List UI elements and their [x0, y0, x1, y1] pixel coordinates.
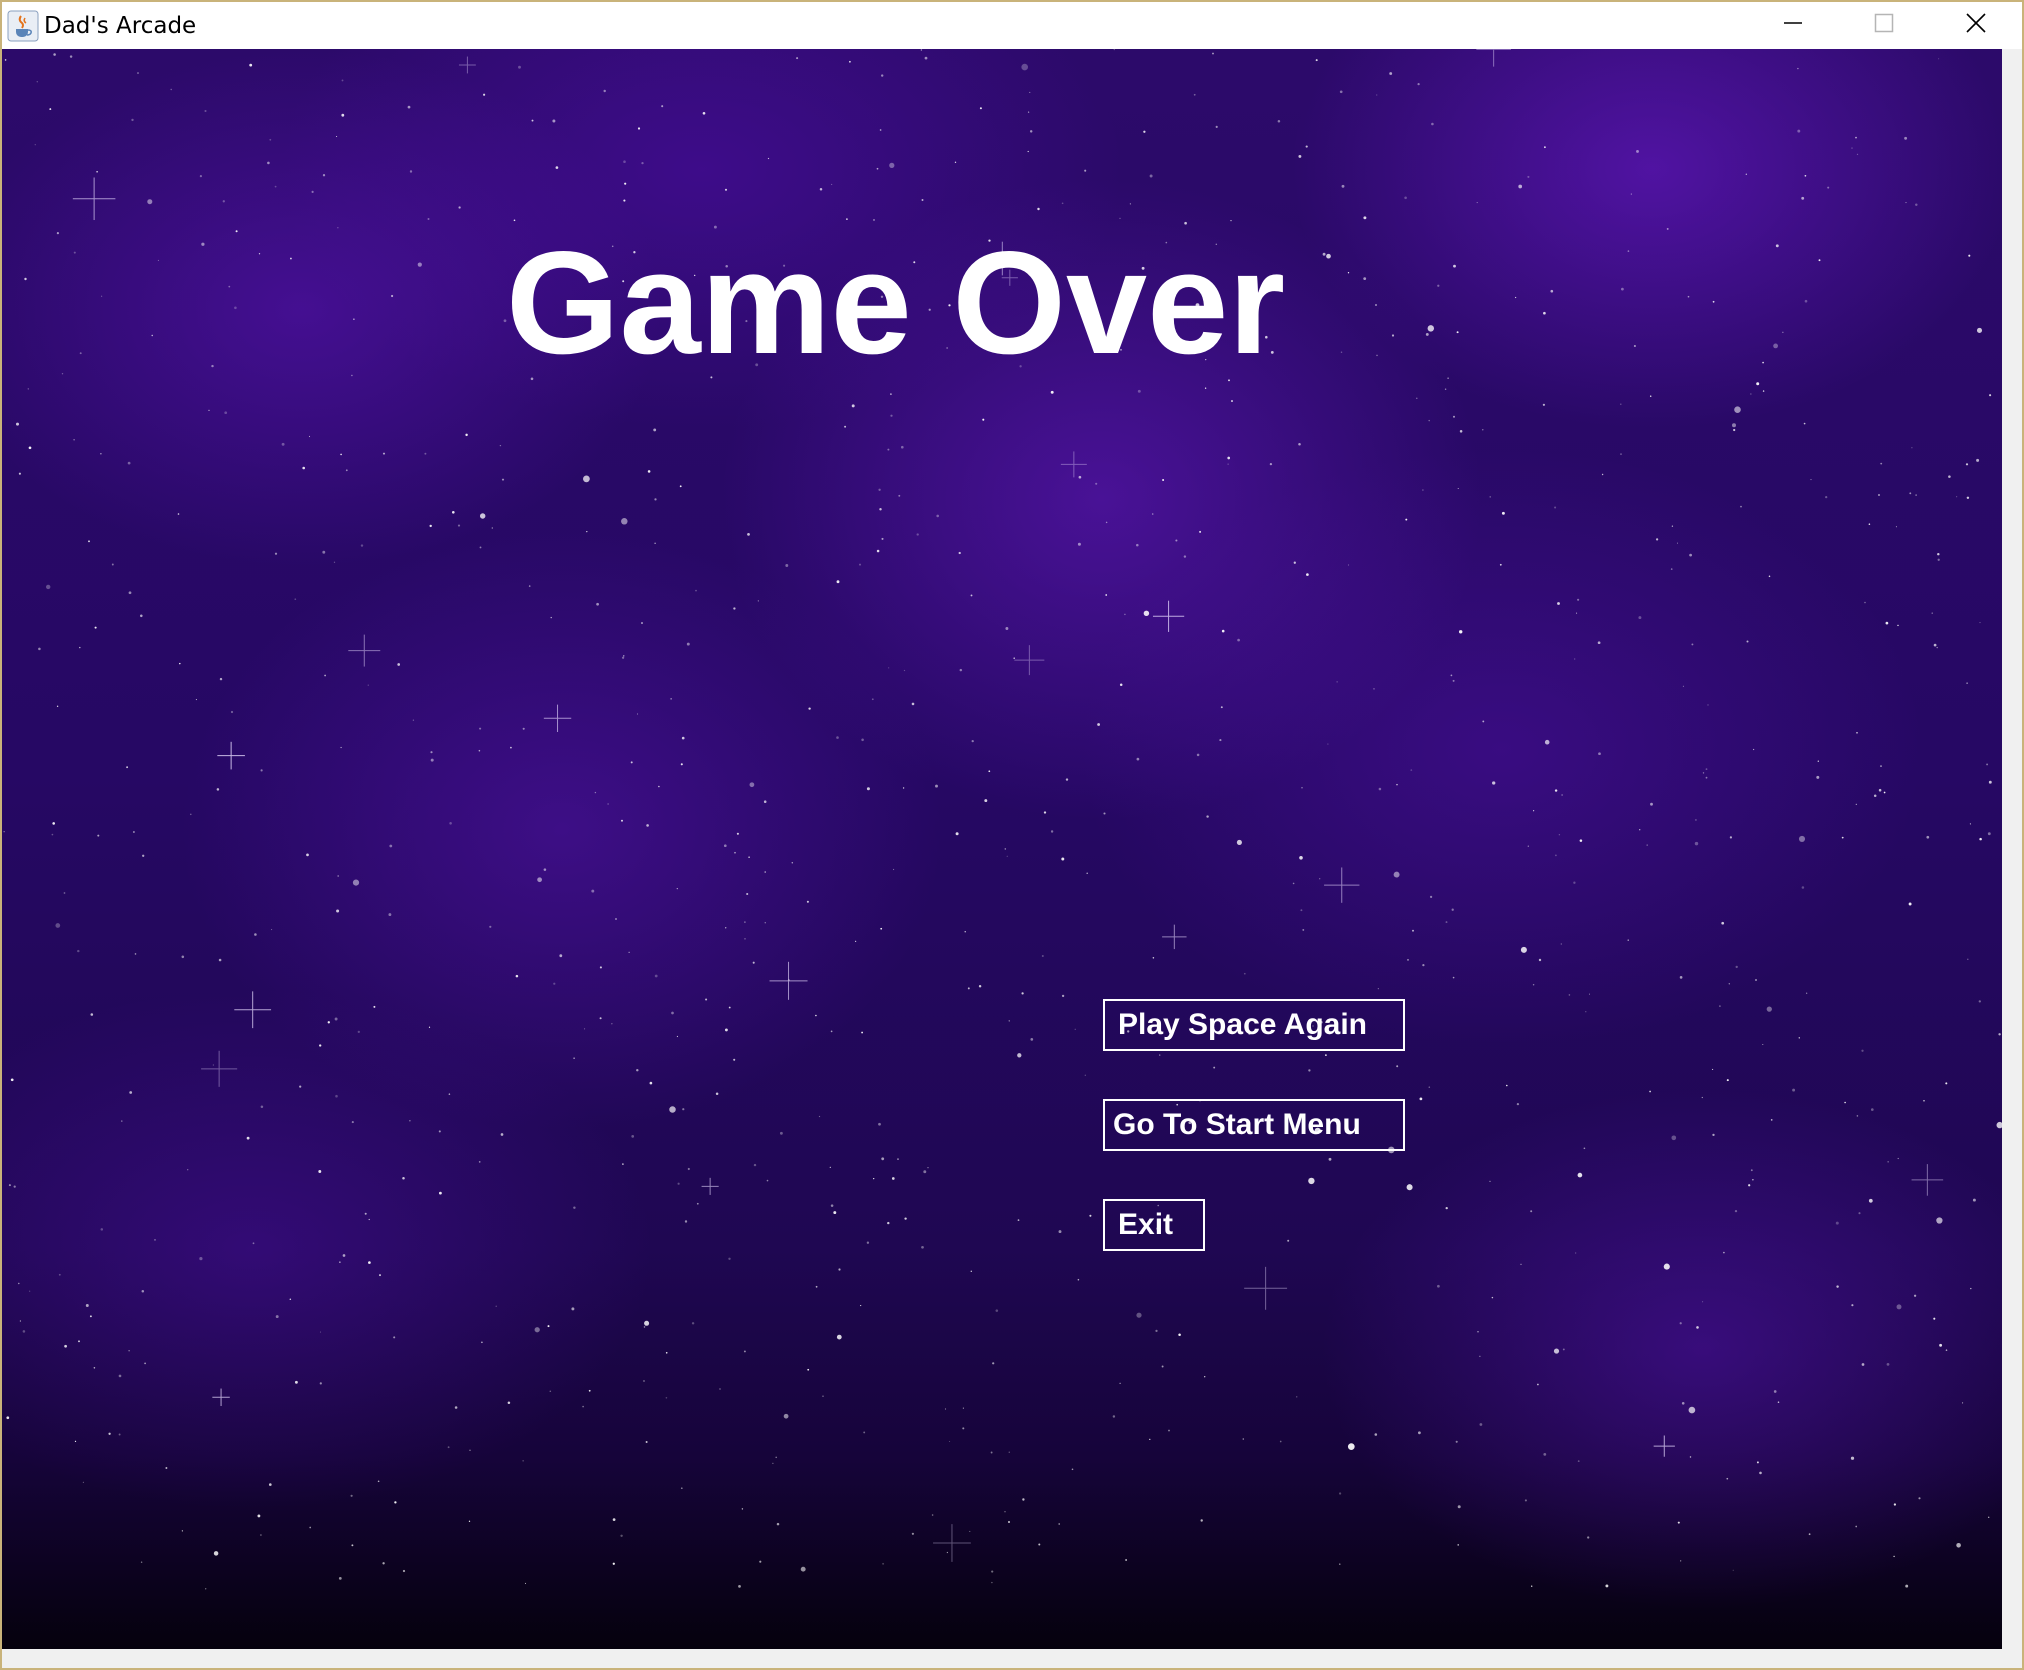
- maximize-button[interactable]: [1839, 2, 1929, 49]
- game-screen: Game Over Play Space Again Go To Start M…: [2, 49, 2002, 1649]
- minimize-icon: [1783, 13, 1803, 38]
- close-icon: [1965, 12, 1987, 39]
- window-title: Dad's Arcade: [44, 13, 197, 39]
- game-over-title: Game Over: [506, 221, 1286, 384]
- exit-button[interactable]: Exit: [1103, 1199, 1205, 1251]
- app-window: Dad's Arcade Game Over Play Space Again …: [0, 0, 2024, 1670]
- maximize-icon: [1874, 13, 1894, 38]
- java-cup-icon: [7, 10, 39, 42]
- play-again-button[interactable]: Play Space Again: [1103, 999, 1405, 1051]
- start-menu-button[interactable]: Go To Start Menu: [1103, 1099, 1405, 1151]
- title-bar[interactable]: Dad's Arcade: [2, 2, 2022, 49]
- minimize-button[interactable]: [1748, 2, 1838, 49]
- close-button[interactable]: [1931, 2, 2021, 49]
